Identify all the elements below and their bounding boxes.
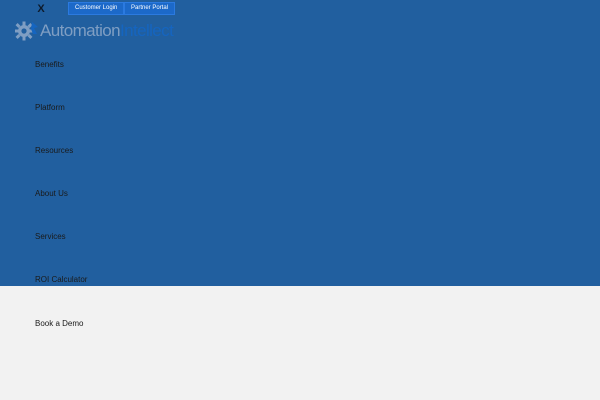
nav-item-about-us[interactable]: About Us [35, 189, 68, 198]
logo-word-intellect: Intellect [120, 21, 174, 40]
logo-word-automation: Automation [40, 21, 121, 40]
gear-logo-icon [15, 21, 38, 41]
nav-item-roi-calculator[interactable]: ROI Calculator [35, 275, 87, 284]
close-icon[interactable]: X [35, 2, 47, 16]
nav-item-resources[interactable]: Resources [35, 146, 73, 155]
customer-login-button[interactable]: Customer Login [68, 2, 125, 15]
logo-wordmark: AutomationIntellect [40, 18, 174, 44]
nav-item-benefits[interactable]: Benefits [35, 60, 64, 69]
site-logo[interactable]: AutomationIntellect [13, 18, 174, 44]
nav-item-book-a-demo[interactable]: Book a Demo [35, 319, 83, 328]
nav-item-platform[interactable]: Platform [35, 103, 65, 112]
partner-portal-button[interactable]: Partner Portal [124, 2, 176, 15]
nav-item-services[interactable]: Services [35, 232, 66, 241]
